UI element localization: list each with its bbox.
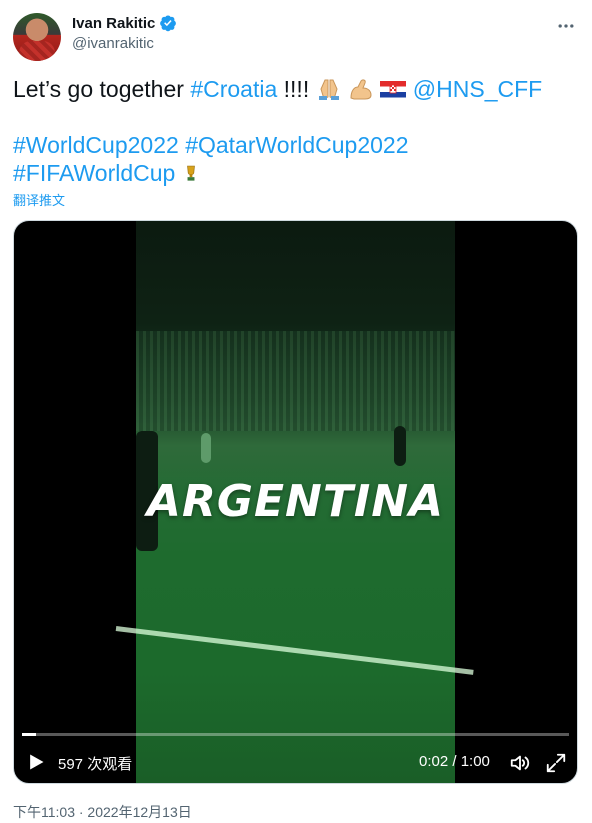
view-count: 597 次观看 — [58, 756, 133, 773]
pitch-line — [115, 626, 474, 675]
mention-hns-cff[interactable]: @HNS_CFF — [413, 76, 542, 102]
video-overlay-text: ARGENTINA — [146, 476, 445, 527]
more-options-icon[interactable] — [554, 14, 578, 38]
stadium-crowd — [136, 331, 455, 431]
folded-hands-icon — [318, 79, 339, 100]
play-icon[interactable] — [26, 752, 46, 772]
video-frame: ARGENTINA — [115, 221, 474, 783]
video-progress-fill — [22, 733, 36, 736]
user-handle[interactable]: @ivanrakitic — [72, 35, 177, 52]
flexed-biceps-icon — [350, 79, 372, 100]
croatia-flag-icon — [380, 81, 407, 98]
hashtag-croatia[interactable]: #Croatia — [190, 76, 277, 102]
author-block: Ivan Rakitic @ivanrakitic — [72, 14, 177, 52]
player-figure — [201, 433, 211, 463]
translate-tweet-link[interactable]: 翻译推文 — [13, 190, 65, 209]
trophy-icon — [186, 165, 195, 181]
tweet-text-intro: Let’s go together — [13, 76, 191, 102]
hashtag-fifaworldcup[interactable]: #FIFAWorldCup — [13, 160, 175, 186]
video-time: 0:02 / 1:00 — [419, 753, 490, 770]
player-figure — [394, 426, 406, 466]
hashtag-worldcup2022[interactable]: #WorldCup2022 — [13, 132, 179, 158]
video-player[interactable]: ARGENTINA 597 次观看 0:02 / 1:00 — [13, 220, 578, 784]
hashtag-qatarworldcup2022[interactable]: #QatarWorldCup2022 — [185, 132, 408, 158]
verified-badge-icon — [160, 15, 177, 32]
avatar[interactable] — [13, 13, 61, 61]
fullscreen-icon[interactable] — [545, 752, 567, 774]
tweet-timestamp[interactable]: 下午11:03 · 2022年12月13日 — [13, 802, 192, 822]
display-name[interactable]: Ivan Rakitic — [72, 15, 155, 32]
tweet-text: Let’s go together #Croatia !!!! @HNS_CFF… — [13, 75, 573, 187]
tweet-text-exclaim: !!!! — [277, 76, 316, 102]
volume-icon[interactable] — [509, 752, 531, 774]
video-progress-bar[interactable] — [22, 733, 569, 736]
